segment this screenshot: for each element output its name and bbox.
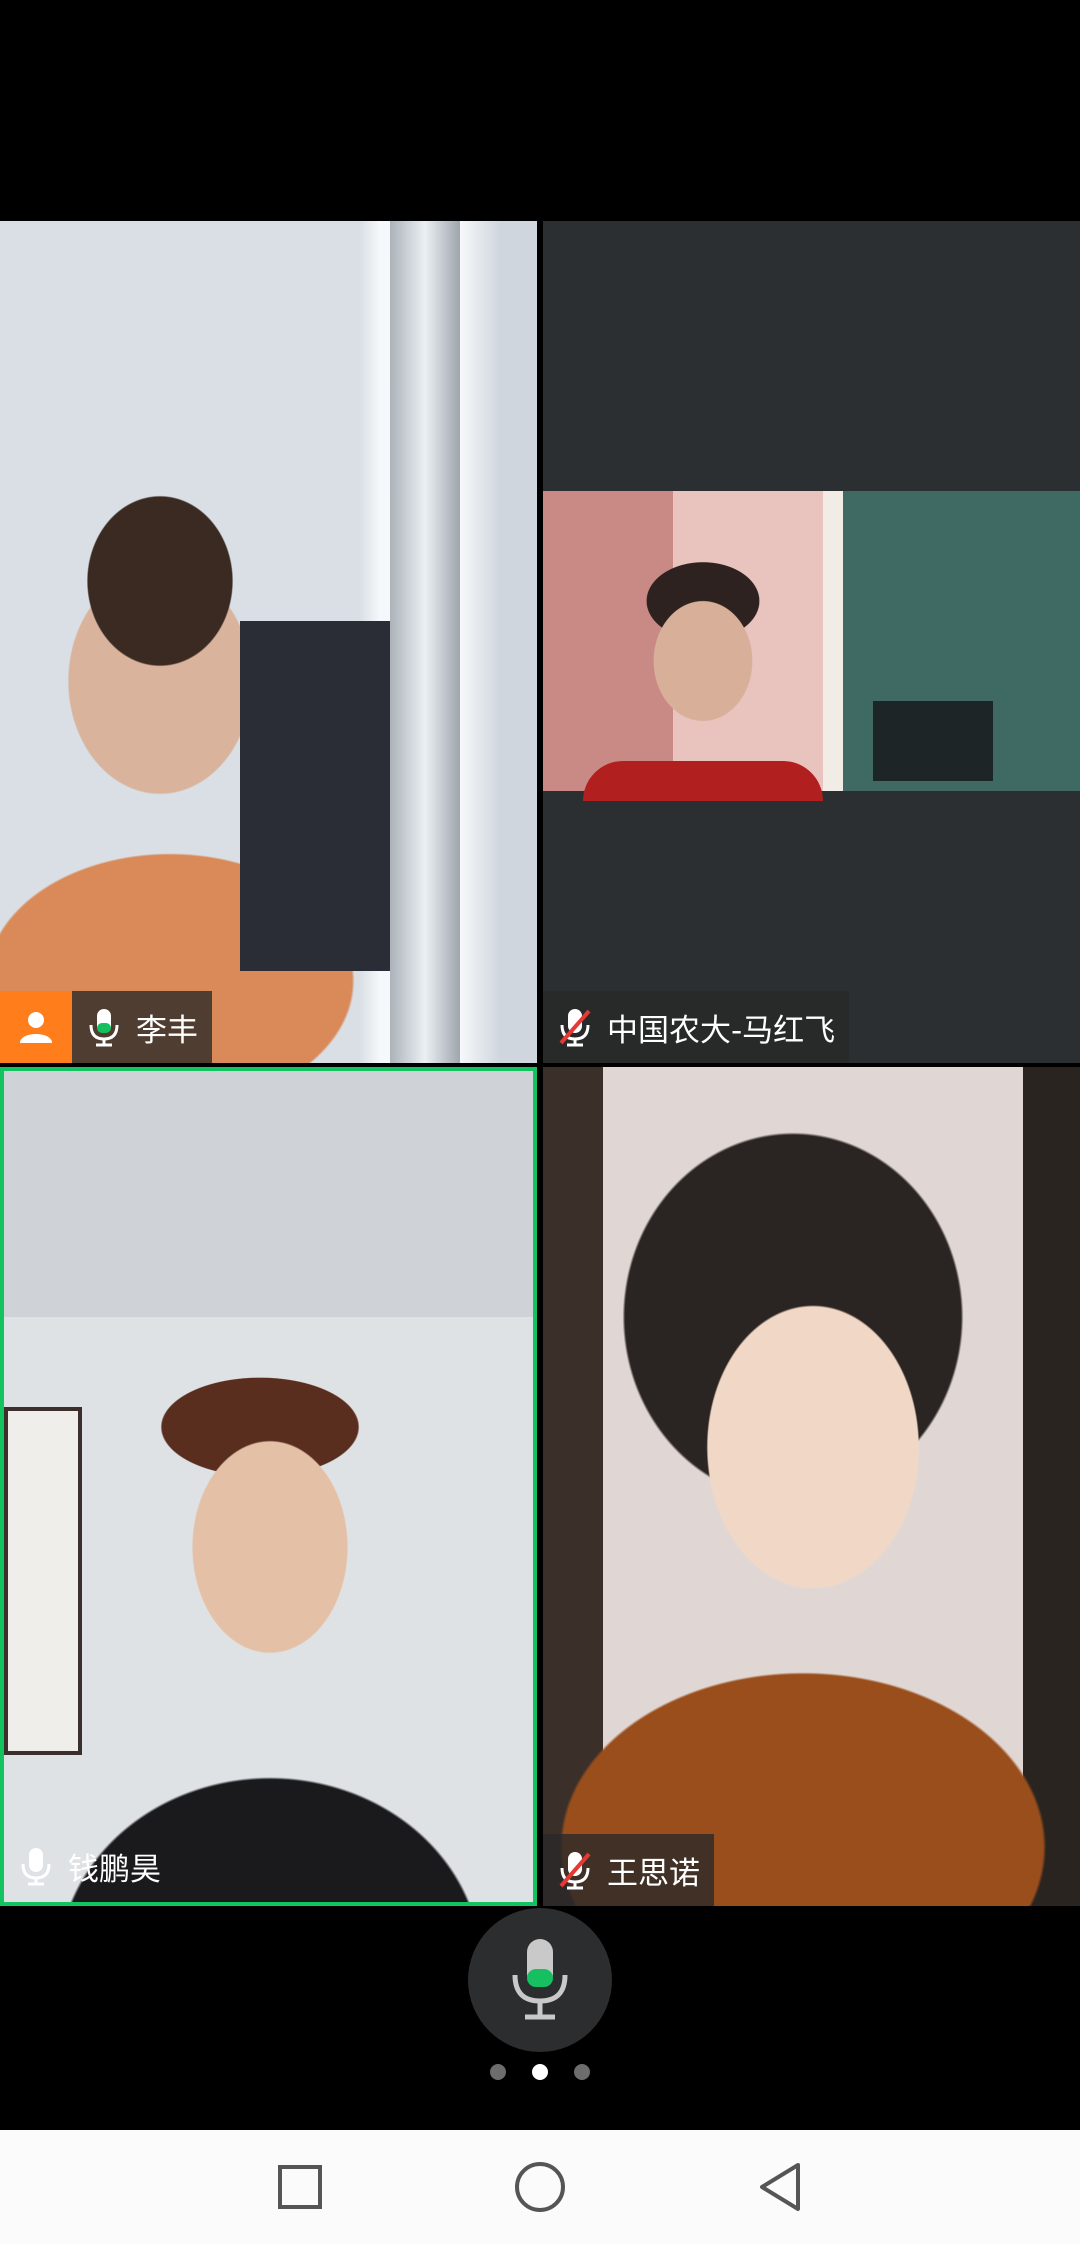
participant-name: 钱鹏昊 <box>68 1851 161 1888</box>
participant-label: 钱鹏昊 <box>4 1830 175 1902</box>
participant-name: 中国农大-马红飞 <box>607 1012 836 1049</box>
participant-video <box>0 221 537 1063</box>
participant-name: 李丰 <box>136 1012 198 1049</box>
square-icon <box>278 2165 322 2209</box>
system-navigation-bar <box>0 2130 1080 2244</box>
microphone-button[interactable] <box>468 1908 612 2052</box>
background-curtain <box>390 221 460 1063</box>
background-board <box>873 701 993 781</box>
mic-muted-icon <box>559 1009 591 1047</box>
mic-on-icon <box>89 1009 119 1047</box>
mic-muted-icon <box>559 1852 591 1890</box>
mic-icon <box>512 1939 568 2020</box>
participant-video <box>543 1067 1080 1906</box>
participant-label: 王思诺 <box>543 1834 714 1906</box>
participant-shirt <box>583 761 823 801</box>
video-tile-3[interactable]: 钱鹏昊 <box>0 1067 537 1906</box>
participant-video <box>543 491 1080 801</box>
video-grid: 李丰 中国农大-马红飞 钱鹏昊 王思诺 <box>0 221 1080 1906</box>
home-button[interactable] <box>510 2157 570 2217</box>
page-dot-active[interactable] <box>532 2064 548 2080</box>
back-button[interactable] <box>750 2157 810 2217</box>
background-cabinet <box>240 621 390 971</box>
host-badge-icon <box>0 991 72 1063</box>
video-tile-2[interactable]: 中国农大-马红飞 <box>543 221 1080 1063</box>
video-tile-1[interactable]: 李丰 <box>0 221 537 1063</box>
participant-label: 中国农大-马红飞 <box>543 991 850 1063</box>
mic-on-icon <box>21 1848 51 1886</box>
participant-label: 李丰 <box>72 991 212 1063</box>
page-dot[interactable] <box>490 2064 506 2080</box>
meeting-screen: 李丰 中国农大-马红飞 钱鹏昊 王思诺 <box>0 0 1080 2244</box>
page-dot[interactable] <box>574 2064 590 2080</box>
page-indicator <box>0 2064 1080 2080</box>
active-speaker-border <box>0 1067 537 1906</box>
recent-apps-button[interactable] <box>270 2157 330 2217</box>
circle-icon <box>515 2162 565 2212</box>
video-tile-4[interactable]: 王思诺 <box>543 1067 1080 1906</box>
participant-name: 王思诺 <box>607 1855 700 1892</box>
triangle-back-icon <box>760 2163 800 2211</box>
